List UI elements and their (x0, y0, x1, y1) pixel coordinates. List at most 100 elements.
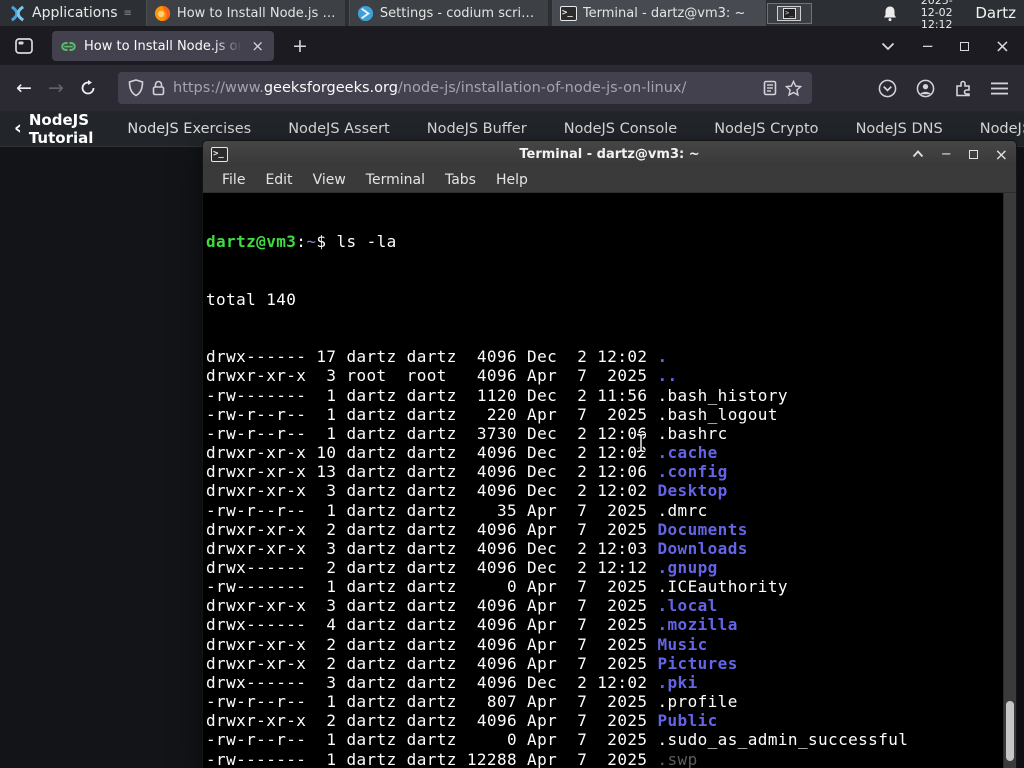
reader-mode-icon[interactable] (763, 80, 777, 96)
terminal-titlebar[interactable]: >_ Terminal - dartz@vm3: ~ − × (203, 141, 1016, 167)
menu-terminal[interactable]: Terminal (356, 172, 435, 188)
clock-date: 2025-12-02 (920, 0, 953, 19)
browser-minimize-button[interactable]: − (921, 37, 934, 55)
terminal-scrollbar[interactable] (1003, 193, 1016, 768)
terminal-line: drwxr-xr-x 2 dartz dartz 4096 Apr 7 2025… (206, 653, 738, 673)
panel-username[interactable]: Dartz (975, 4, 1016, 22)
site-nav-link[interactable]: NodeJS DNS (856, 121, 943, 137)
extensions-icon[interactable] (954, 79, 972, 97)
file-name: .config (657, 462, 728, 482)
file-name: Desktop (657, 481, 728, 501)
ibeam-cursor (635, 433, 647, 453)
account-icon[interactable] (916, 79, 935, 98)
window-title: How to Install Node.js o... (176, 5, 338, 21)
window-button-firefox[interactable]: How to Install Node.js o... (145, 0, 346, 26)
site-nav-link[interactable]: NodeJS Assert (288, 121, 390, 137)
forward-button[interactable]: → (40, 73, 72, 103)
terminal-shade-button[interactable] (912, 150, 924, 158)
lock-icon[interactable] (152, 80, 165, 96)
menu-hamburger-icon[interactable] (991, 82, 1008, 95)
terminal-scrollbar-thumb[interactable] (1006, 701, 1014, 761)
browser-close-button[interactable]: × (995, 36, 1010, 57)
new-tab-button[interactable]: + (284, 33, 316, 59)
terminal-line: -rw------- 1 dartz dartz 1120 Dec 2 11:5… (206, 385, 788, 405)
reload-button[interactable] (72, 73, 104, 103)
terminal-line: -rw-r--r-- 1 dartz dartz 807 Apr 7 2025 … (206, 692, 738, 712)
panel-clock[interactable]: 2025-12-02 12:12 (912, 0, 961, 31)
browser-maximize-button[interactable] (959, 41, 969, 51)
workspace-cell-active[interactable]: >_ (777, 5, 802, 21)
terminal-content[interactable]: dartz@vm3:~$ ls -la total 140 drwx------… (203, 193, 1016, 768)
menu-view[interactable]: View (303, 172, 356, 188)
terminal-line: drwx------ 3 dartz dartz 4096 Dec 2 12:0… (206, 672, 698, 692)
terminal-line: drwxr-xr-x 10 dartz dartz 4096 Dec 2 12:… (206, 443, 718, 463)
applications-menu-button[interactable]: Applications ≡ (0, 0, 140, 26)
terminal-line: drwxr-xr-x 3 dartz dartz 4096 Dec 2 12:0… (206, 538, 748, 558)
terminal-line: drwx------ 2 dartz dartz 4096 Dec 2 12:1… (206, 557, 718, 577)
file-name: .bash_logout (657, 404, 778, 424)
tab-close-icon[interactable]: × (249, 37, 266, 55)
file-name: Pictures (657, 653, 738, 673)
menu-grip-icon: ≡ (123, 7, 132, 19)
browser-tab-active[interactable]: How to Install Node.js on × (52, 31, 274, 61)
distro-logo-icon (9, 5, 26, 22)
site-nav-link[interactable]: NodeJS Crypto (714, 121, 818, 137)
file-name: .dmrc (657, 500, 708, 520)
tab-title: How to Install Node.js on (84, 38, 243, 54)
firefox-view-icon[interactable] (8, 32, 40, 60)
site-nav-link[interactable]: NodeJS Exercises (127, 121, 251, 137)
terminal-line: drwxr-xr-x 3 root root 4096 Apr 7 2025 .… (206, 366, 678, 386)
workspace-switcher[interactable]: >_ (766, 2, 813, 24)
terminal-line: -rw-r--r-- 1 dartz dartz 0 Apr 7 2025 .s… (206, 730, 909, 750)
terminal-line: -rw------- 1 dartz dartz 12288 Apr 7 202… (206, 749, 698, 768)
tab-title-fade (214, 38, 243, 54)
file-name: .ICEauthority (657, 577, 788, 597)
system-tray: >_ 2025-12-02 12:12 Dartz (766, 0, 1024, 31)
window-button-terminal[interactable]: >_ Terminal - dartz@vm3: ~ (551, 0, 767, 26)
url-bar[interactable]: https://www.geeksforgeeks.org/node-js/in… (118, 72, 812, 104)
menu-help[interactable]: Help (486, 172, 538, 188)
desktop-panel: Applications ≡ How to Install Node.js o.… (0, 0, 1024, 31)
terminal-line: drwx------ 4 dartz dartz 4096 Apr 7 2025… (206, 615, 738, 635)
terminal-menubar: File Edit View Terminal Tabs Help (203, 167, 1016, 193)
terminal-line: drwxr-xr-x 13 dartz dartz 4096 Dec 2 12:… (206, 462, 728, 482)
menu-tabs[interactable]: Tabs (435, 172, 486, 188)
site-nav-back[interactable]: ‹ NodeJS Tutorial (14, 111, 93, 147)
site-nav-link[interactable]: NodeJS Console (564, 121, 678, 137)
pocket-icon[interactable] (878, 79, 897, 98)
file-name: Downloads (657, 538, 748, 558)
site-nav-link[interactable]: NodeJS Buffer (427, 121, 527, 137)
terminal-text: dartz@vm3:~$ ls -la total 140 drwx------… (206, 194, 1002, 768)
gfg-favicon (60, 38, 77, 55)
terminal-minimize-button[interactable]: − (941, 147, 952, 162)
terminal-line: drwxr-xr-x 3 dartz dartz 4096 Dec 2 12:0… (206, 481, 728, 501)
terminal-line: -rw-r--r-- 1 dartz dartz 3730 Dec 2 12:0… (206, 423, 728, 443)
file-name: .local (657, 596, 718, 616)
file-name: Music (657, 634, 708, 654)
terminal-window: >_ Terminal - dartz@vm3: ~ − × File Edit… (202, 140, 1017, 768)
site-nav-links: NodeJS Exercises NodeJS Assert NodeJS Bu… (127, 121, 1021, 137)
url-text[interactable]: https://www.geeksforgeeks.org/node-js/in… (173, 80, 755, 96)
file-name: .mozilla (657, 615, 738, 635)
file-name: . (657, 347, 668, 367)
terminal-maximize-button[interactable] (968, 149, 978, 159)
terminal-close-button[interactable]: × (995, 145, 1008, 164)
mini-terminal-icon: >_ (782, 7, 796, 19)
menu-edit[interactable]: Edit (255, 172, 302, 188)
bookmark-star-icon[interactable] (785, 79, 802, 97)
clock-time: 12:12 (920, 18, 953, 31)
menu-file[interactable]: File (212, 172, 255, 188)
notification-bell-icon[interactable] (882, 5, 898, 22)
firefox-tab-bar: How to Install Node.js on × + − × (0, 27, 1024, 65)
terminal-line: drwx------ 17 dartz dartz 4096 Dec 2 12:… (206, 347, 668, 367)
command-text: ls -la (336, 232, 397, 252)
back-button[interactable]: ← (8, 73, 40, 103)
terminal-output: drwx------ 17 dartz dartz 4096 Dec 2 12:… (206, 347, 1002, 768)
file-name: .bashrc (657, 423, 728, 443)
prompt-path: ~ (306, 232, 317, 252)
window-button-vscodium[interactable]: Settings - codium script... (348, 0, 549, 26)
list-tabs-chevron-icon[interactable] (881, 42, 895, 51)
site-nav-link[interactable]: NodeJS (980, 121, 1022, 137)
terminal-line: drwxr-xr-x 2 dartz dartz 4096 Apr 7 2025… (206, 634, 708, 654)
file-name: Documents (657, 519, 748, 539)
